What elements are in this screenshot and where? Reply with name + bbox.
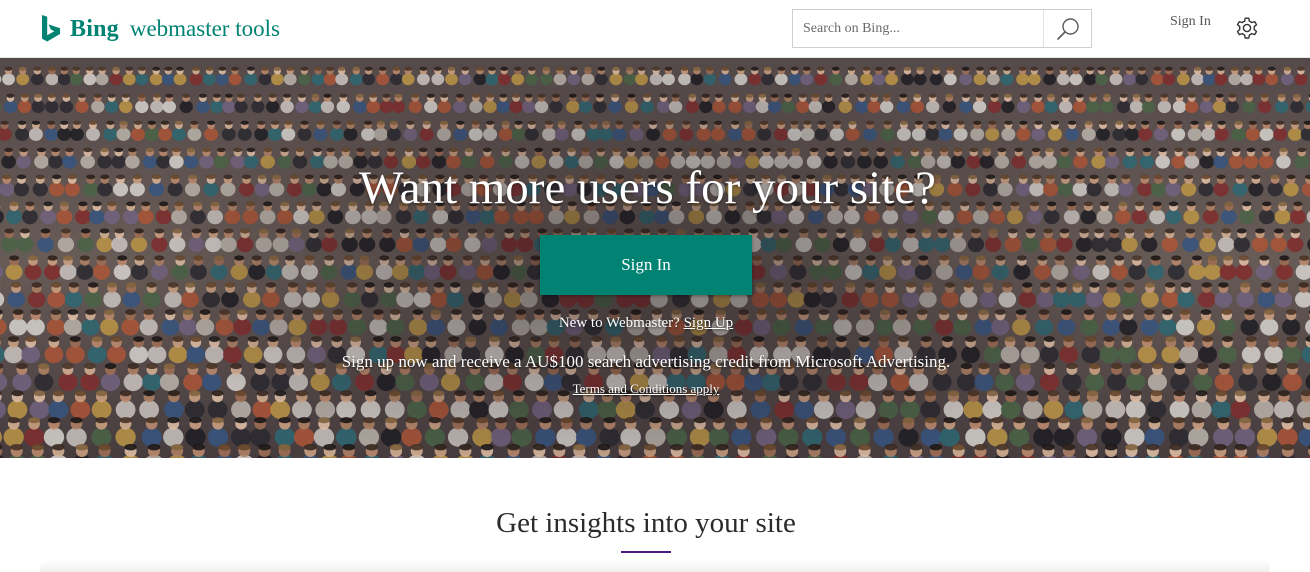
hero-title: Want more users for your site? bbox=[358, 162, 936, 214]
hero-banner: Want more users for your site? Sign In N… bbox=[0, 58, 1310, 458]
insights-heading: Get insights into your site bbox=[496, 507, 796, 539]
search-button[interactable] bbox=[1043, 10, 1091, 47]
heading-underline bbox=[621, 551, 671, 553]
product-name: webmaster tools bbox=[129, 16, 280, 41]
new-to-webmaster-text: New to Webmaster? bbox=[558, 315, 680, 331]
bing-webmaster-logo[interactable]: Bing webmaster tools bbox=[40, 13, 280, 45]
terms-link[interactable]: Terms and Conditions apply bbox=[0, 381, 1292, 397]
search-input[interactable] bbox=[793, 10, 1043, 47]
promo-text: Sign up now and receive a AU$100 search … bbox=[341, 352, 951, 371]
bing-logo-icon bbox=[42, 15, 60, 42]
signup-prompt: New to Webmaster? Sign Up bbox=[0, 315, 1292, 332]
brand-name: Bing bbox=[70, 15, 119, 42]
gear-icon[interactable] bbox=[1234, 15, 1260, 41]
header-sign-in-link[interactable]: Sign In bbox=[1170, 14, 1211, 30]
card-top-edge bbox=[40, 560, 1270, 572]
search-icon bbox=[1056, 17, 1079, 40]
top-header: Bing webmaster tools Sign In bbox=[0, 0, 1310, 58]
insights-section: Get insights into your site bbox=[0, 458, 1310, 572]
search-box bbox=[792, 9, 1092, 48]
sign-up-link[interactable]: Sign Up bbox=[684, 315, 734, 331]
sign-in-button[interactable]: Sign In bbox=[540, 235, 752, 295]
